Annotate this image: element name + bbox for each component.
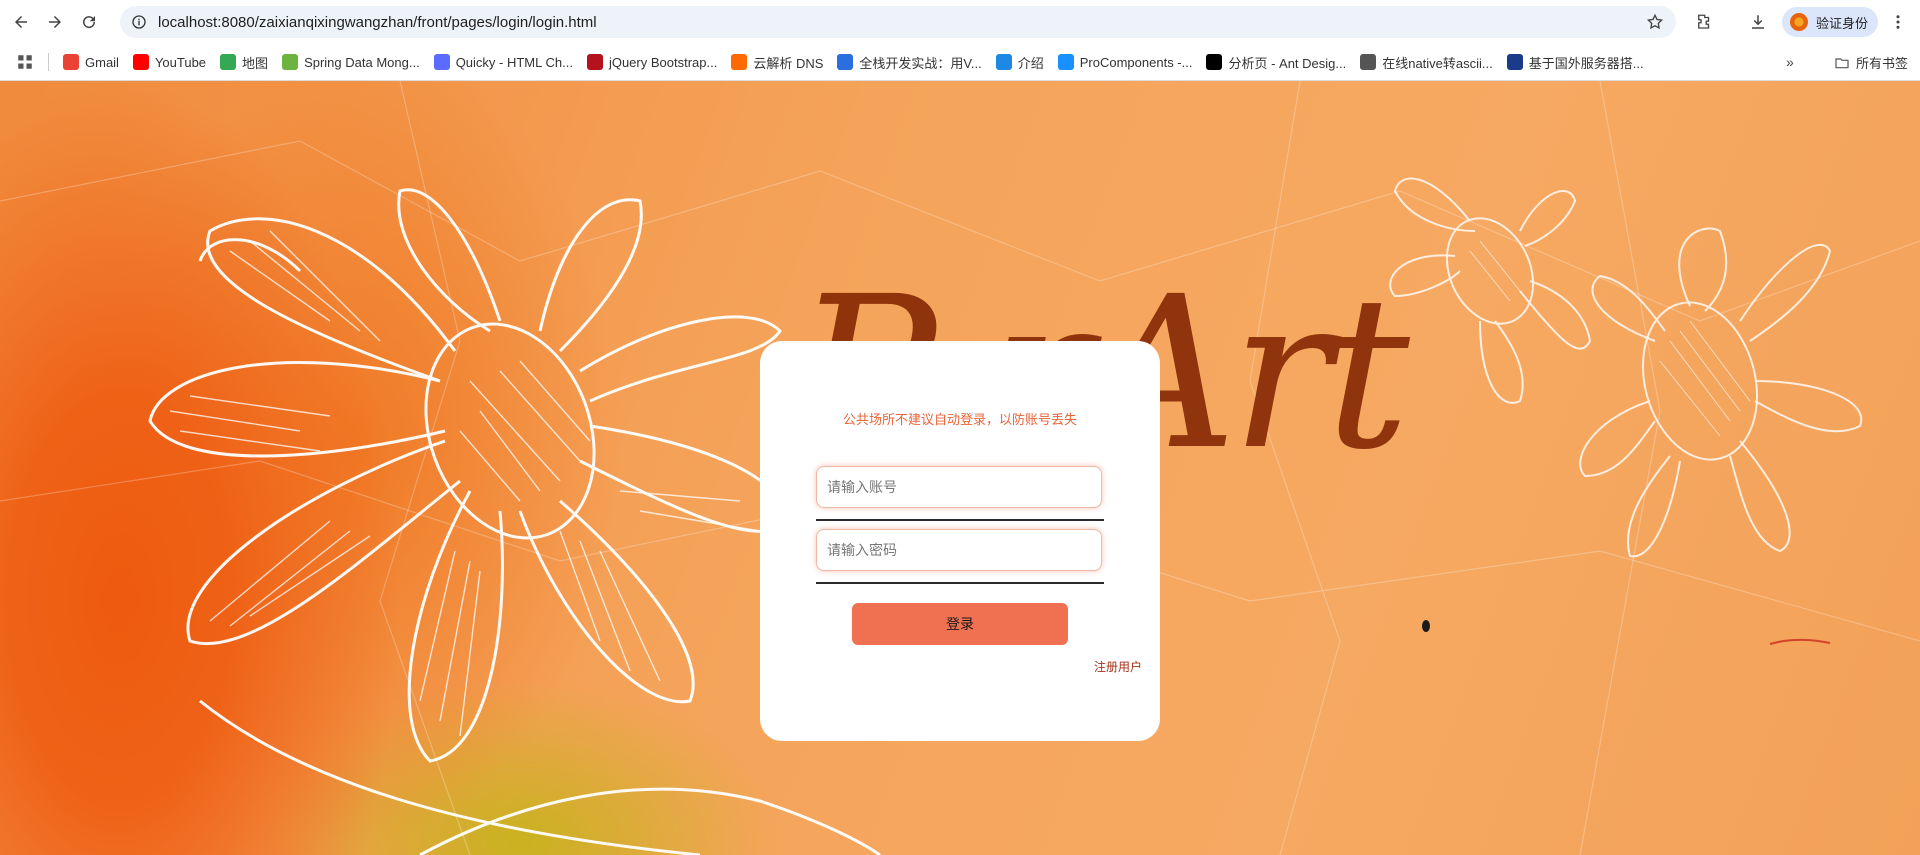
bookmark-label: 介绍 — [1017, 55, 1044, 71]
bookmark-star-icon[interactable] — [1646, 13, 1664, 31]
bookmark-item[interactable]: YouTube — [132, 54, 207, 70]
security-notice: 公共场所不建议自动登录，以防账号丢失 — [842, 412, 1077, 427]
all-bookmarks-button[interactable]: 所有书签 — [1834, 53, 1908, 72]
bookmark-label: ProComponents -... — [1079, 54, 1193, 70]
m-icon — [837, 54, 854, 70]
bookmark-label: 云解析 DNS — [753, 55, 824, 71]
back-button[interactable] — [4, 5, 38, 39]
login-button[interactable]: 登录 — [852, 603, 1068, 645]
quicky-icon — [433, 54, 450, 70]
bookmark-item[interactable]: Gmail — [63, 54, 119, 70]
forward-button[interactable] — [38, 5, 72, 39]
world-icon — [1360, 54, 1377, 70]
bookmark-label: jQuery Bootstrap... — [608, 54, 718, 70]
bookmark-label: 全栈开发实战：用V... — [859, 55, 982, 71]
address-bar[interactable]: localhost:8080/zaixianqixingwangzhan/fro… — [120, 6, 1676, 38]
username-input[interactable] — [816, 466, 1102, 508]
menu-kebab-icon[interactable] — [1884, 8, 1912, 36]
bookmark-label: Gmail — [85, 54, 119, 70]
register-link[interactable]: 注册用户 — [1094, 658, 1142, 675]
bookmark-list: Gmail YouTube 地图 Spring Data Mong... Quicky … — [49, 53, 1644, 72]
download-icon[interactable] — [1744, 8, 1772, 36]
globe-icon — [995, 54, 1012, 70]
antd-icon — [1057, 54, 1074, 70]
bookmark-item[interactable]: 云解析 DNS — [731, 53, 823, 72]
folder-icon — [1835, 57, 1849, 68]
bookmark-label: 在线native转ascii... — [1382, 55, 1493, 71]
jquery-icon — [586, 54, 603, 70]
profile-button[interactable]: 验证身份 — [1782, 7, 1878, 37]
bookmark-label: 地图 — [242, 55, 269, 71]
bookmark-item[interactable]: 介绍 — [995, 53, 1044, 72]
back-arrow-icon — [15, 16, 27, 28]
bookmark-label: YouTube — [154, 54, 207, 70]
extensions-icon[interactable] — [1690, 8, 1718, 36]
browser-toolbar: localhost:8080/zaixianqixingwangzhan/fro… — [0, 0, 1920, 44]
all-bookmarks-label: 所有书签 — [1856, 56, 1909, 71]
youtube-icon — [132, 54, 149, 70]
bookmark-item[interactable]: Quicky - HTML Ch... — [433, 54, 573, 70]
profile-avatar-icon — [1790, 13, 1808, 31]
login-card: 公共场所不建议自动登录，以防账号丢失 登录 注册用户 — [760, 341, 1160, 741]
bookmark-item[interactable]: 地图 — [220, 53, 268, 72]
bookmark-item[interactable]: Spring Data Mong... — [282, 54, 420, 70]
spring-icon — [282, 54, 299, 70]
login-page: P rArt 公共场所不建议自动登录，以防账号丢失 登录 注册用户 — [0, 81, 1920, 855]
reload-icon — [83, 16, 96, 29]
reload-button[interactable] — [72, 5, 106, 39]
site-info-icon[interactable] — [130, 13, 148, 31]
bookmark-label: Spring Data Mong... — [304, 54, 420, 70]
username-divider — [816, 519, 1104, 521]
bookmark-item[interactable]: 全栈开发实战：用V... — [837, 53, 982, 72]
bookmark-label: Quicky - HTML Ch... — [455, 54, 573, 70]
profile-label: 验证身份 — [1816, 15, 1869, 31]
password-divider — [816, 582, 1104, 584]
url-text[interactable]: localhost:8080/zaixianqixingwangzhan/fro… — [158, 14, 597, 31]
aliyun-icon — [731, 54, 748, 70]
maps-icon — [220, 54, 237, 70]
bookmark-item[interactable]: 分析页 - Ant Desig... — [1206, 53, 1346, 72]
forward-arrow-icon — [49, 16, 61, 28]
bookmark-item[interactable]: 在线native转ascii... — [1360, 53, 1493, 72]
bird-icon — [1506, 54, 1523, 70]
bookmarks-bar: Gmail YouTube 地图 Spring Data Mong... Quicky … — [0, 44, 1920, 81]
apps-grid-icon[interactable] — [16, 53, 34, 71]
bookmark-label: 基于国外服务器搭... — [1528, 55, 1644, 71]
gmail-icon — [63, 54, 79, 70]
bookmark-item[interactable]: ProComponents -... — [1057, 54, 1193, 70]
more-bookmarks-chevron-icon[interactable]: » — [1786, 54, 1794, 70]
pro-icon — [1206, 54, 1223, 70]
password-input[interactable] — [816, 529, 1102, 571]
bookmark-item[interactable]: 基于国外服务器搭... — [1506, 53, 1644, 72]
bookmark-item[interactable]: jQuery Bootstrap... — [586, 54, 718, 70]
bookmark-label: 分析页 - Ant Desig... — [1228, 55, 1347, 71]
